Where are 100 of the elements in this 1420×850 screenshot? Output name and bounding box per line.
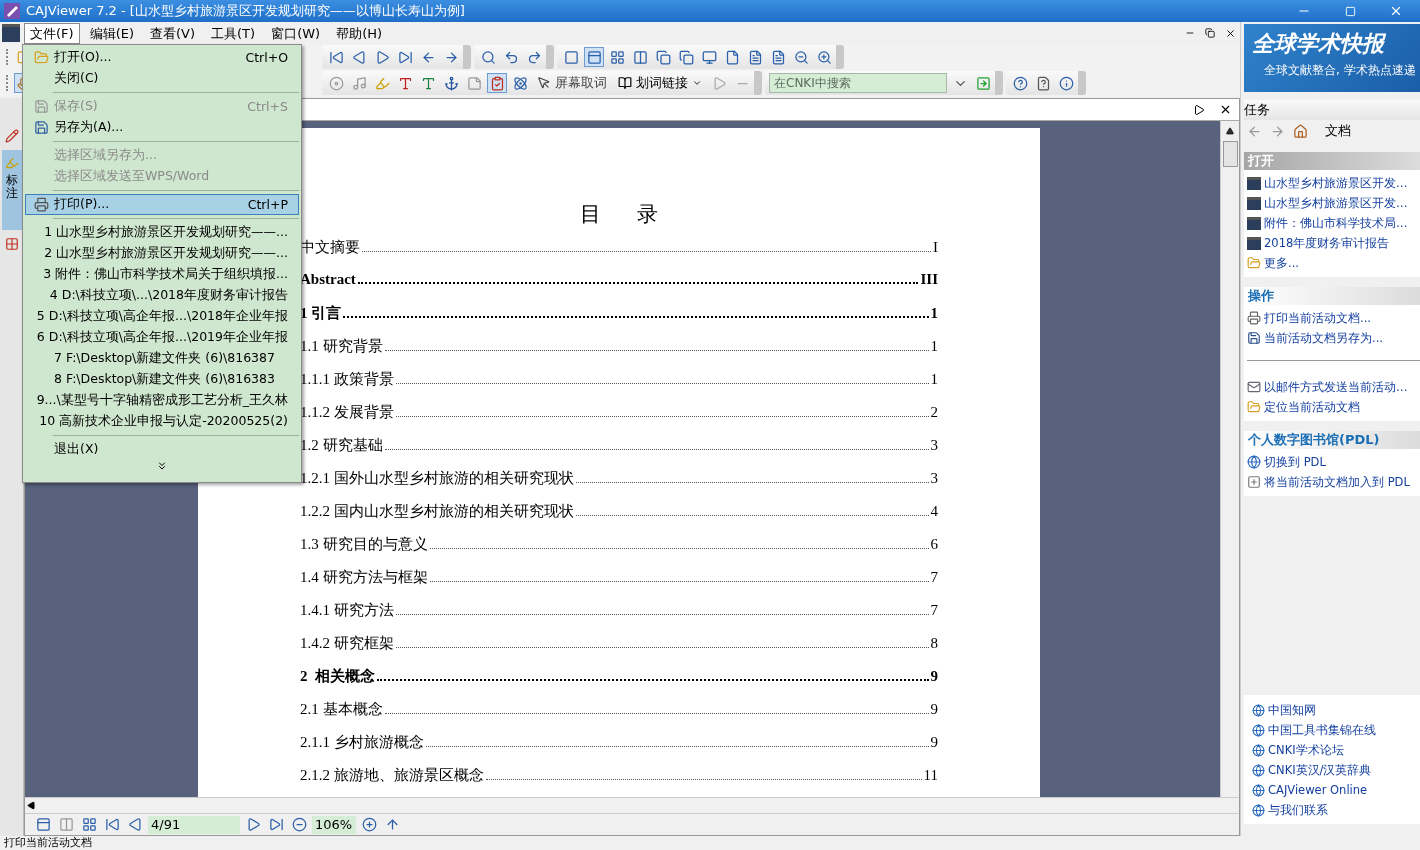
horizontal-scrollbar[interactable]	[25, 797, 1239, 813]
task-link[interactable]: 更多...	[1247, 253, 1420, 273]
page-number: 9	[930, 734, 938, 751]
menu-item[interactable]: 1 山水型乡村旅游景区开发规划研究——...	[25, 222, 299, 243]
globe-icon	[1252, 763, 1265, 777]
continuous-page-icon[interactable]	[584, 47, 604, 67]
toc-entry: 2.1.1 乡村旅游概念	[300, 733, 424, 752]
menu-item[interactable]: 10 高新技术企业申报与认定-20200525(2)	[25, 411, 299, 432]
pdf-icon	[1247, 236, 1261, 250]
page-number: 6	[930, 536, 938, 553]
menu-item[interactable]: 2 山水型乡村旅游景区开发规划研究——...	[25, 243, 299, 264]
globe-icon	[1252, 723, 1265, 737]
banner[interactable]: 全球学术快报 全球文献整合, 学术热点速递	[1244, 24, 1420, 92]
web-link[interactable]: 与我们联系	[1252, 800, 1420, 820]
panel-nav-label: 文档	[1325, 122, 1351, 140]
page-number: 11	[923, 767, 938, 784]
task-link[interactable]: 定位当前活动文档	[1247, 397, 1420, 417]
link-button[interactable]: 划词链接	[614, 74, 706, 92]
page-number: 3	[930, 437, 938, 454]
menu-item[interactable]: 窗口(W)	[265, 22, 327, 44]
toc-entry: 2 相关概念	[300, 667, 375, 686]
document-icon	[2, 24, 20, 42]
zoom-field[interactable]: 106%	[312, 815, 356, 834]
toc-entry: 1.1.1 政策背景	[300, 370, 394, 389]
vertical-scrollbar[interactable]	[1220, 121, 1239, 797]
page-number: 9	[930, 668, 938, 685]
folder-icon	[1247, 400, 1261, 414]
toc-entry: 1.2.1 国外山水型乡村旅游的相关研究现状	[300, 469, 574, 488]
caret-icon	[692, 78, 702, 88]
toc-entry: 1.4.1 研究方法	[300, 601, 394, 620]
menu-item: 选择区域发送至WPS/Word	[53, 167, 211, 185]
web-link[interactable]: 中国知网	[1252, 700, 1420, 720]
task-link[interactable]: 将当前活动文档加入到 PDL	[1247, 472, 1420, 492]
toc-entry: 1.3 研究目的与意义	[300, 535, 428, 554]
web-link[interactable]: CAJViewer Online	[1252, 780, 1420, 800]
menu-item[interactable]: 3 附件：佛山市科学技术局关于组织填报...	[25, 264, 299, 285]
task-link[interactable]: 山水型乡村旅游景区开发…	[1247, 193, 1420, 213]
menu-item[interactable]: 6 D:\科技立项\高企年报...\2019年企业年报	[25, 327, 299, 348]
menu-item[interactable]: 查看(V)	[144, 22, 202, 44]
annotation-tab[interactable]: 标注	[1, 150, 22, 231]
search-field[interactable]: 在CNKI中搜索	[769, 73, 947, 93]
page-number: 8	[930, 635, 938, 652]
save-icon	[1247, 331, 1261, 345]
menu-item[interactable]: 关闭(C)	[25, 68, 299, 89]
toc-entry: 2.1 基本概念	[300, 700, 383, 719]
globe-icon	[1252, 703, 1265, 717]
folder-icon	[1247, 256, 1261, 270]
add-icon	[1247, 475, 1261, 489]
web-link[interactable]: 中国工具书集锦在线	[1252, 720, 1420, 740]
page-number: 1	[930, 338, 938, 355]
menu-item[interactable]: 编辑(E)	[83, 22, 140, 44]
menu-item[interactable]: 退出(X)	[25, 439, 299, 460]
scroll-left-icon[interactable]	[27, 801, 36, 810]
toc-entry: 2.1.2 旅游地、旅游景区概念	[300, 766, 484, 785]
menu-item[interactable]: 另存为(A)...	[25, 117, 299, 138]
toc-entry: 1.4 研究方法与框架	[300, 568, 428, 587]
page-field[interactable]: 4/91	[148, 815, 240, 834]
menu-item[interactable]: 文件(F)	[24, 22, 80, 44]
scroll-up-icon[interactable]	[1226, 127, 1234, 135]
expand-icon[interactable]	[156, 460, 168, 472]
menu-item[interactable]: 8 F:\Desktop\新建文件夹 (6)\816383	[25, 369, 299, 390]
menu-item[interactable]: 打印(P)... Ctrl+P	[25, 194, 299, 215]
page-number: 2	[930, 404, 938, 421]
menu-item[interactable]: 打开(O)... Ctrl+O	[25, 47, 299, 68]
task-link[interactable]: 当前活动文档另存为...	[1247, 328, 1420, 348]
screen-word-button[interactable]: 屏幕取词	[533, 74, 611, 92]
save-icon	[33, 99, 49, 114]
banner-title: 全球学术快报	[1252, 30, 1387, 58]
page-number: 4	[930, 503, 938, 520]
menu-item[interactable]: 工具(T)	[205, 22, 262, 44]
save-as-icon	[33, 120, 49, 135]
clipboard-icon[interactable]	[487, 73, 507, 93]
page-number: 1	[930, 305, 938, 322]
menu-item[interactable]: 7 F:\Desktop\新建文件夹 (6)\816387	[25, 348, 299, 369]
task-link[interactable]: 山水型乡村旅游景区开发…	[1247, 173, 1420, 193]
task-link[interactable]: 以邮件方式发送当前活动…	[1247, 377, 1420, 397]
menu-item[interactable]: 5 D:\科技立项\高企年报...\2018年企业年报	[25, 306, 299, 327]
maximize-icon	[1344, 5, 1356, 17]
menu-item: 选择区域另存为...	[53, 146, 158, 164]
globe-icon	[1247, 455, 1261, 469]
task-link[interactable]: 打印当前活动文档...	[1247, 308, 1420, 328]
task-link[interactable]: 2018年度财务审计报告	[1247, 233, 1420, 253]
web-link[interactable]: CNKI英汉/汉英辞典	[1252, 760, 1420, 780]
globe-icon	[1252, 803, 1265, 817]
task-link[interactable]: 切换到 PDL	[1247, 452, 1420, 472]
page-number: 1	[930, 371, 938, 388]
web-link[interactable]: CNKI学术论坛	[1252, 740, 1420, 760]
pdf-icon	[1247, 196, 1261, 210]
menu-item[interactable]: 4 D:\科技立项\...\2018年度财务审计报告	[25, 285, 299, 306]
task-link[interactable]: 附件：佛山市科学技术局…	[1247, 213, 1420, 233]
menu-item[interactable]: 9...\某型号十字轴精密成形工艺分析_王久林	[25, 390, 299, 411]
section-title: 操作	[1244, 287, 1420, 305]
menu-item: 保存(S) Ctrl+S	[25, 96, 299, 117]
pdf-icon	[1247, 176, 1261, 190]
pdf-icon	[1247, 216, 1261, 230]
scroll-thumb[interactable]	[1222, 141, 1238, 167]
toc-entry: 1 引言	[300, 304, 342, 323]
menu-item[interactable]: 帮助(H)	[330, 22, 389, 44]
globe-icon	[1252, 743, 1265, 757]
toc-entry: 1.1 研究背景	[300, 337, 383, 356]
